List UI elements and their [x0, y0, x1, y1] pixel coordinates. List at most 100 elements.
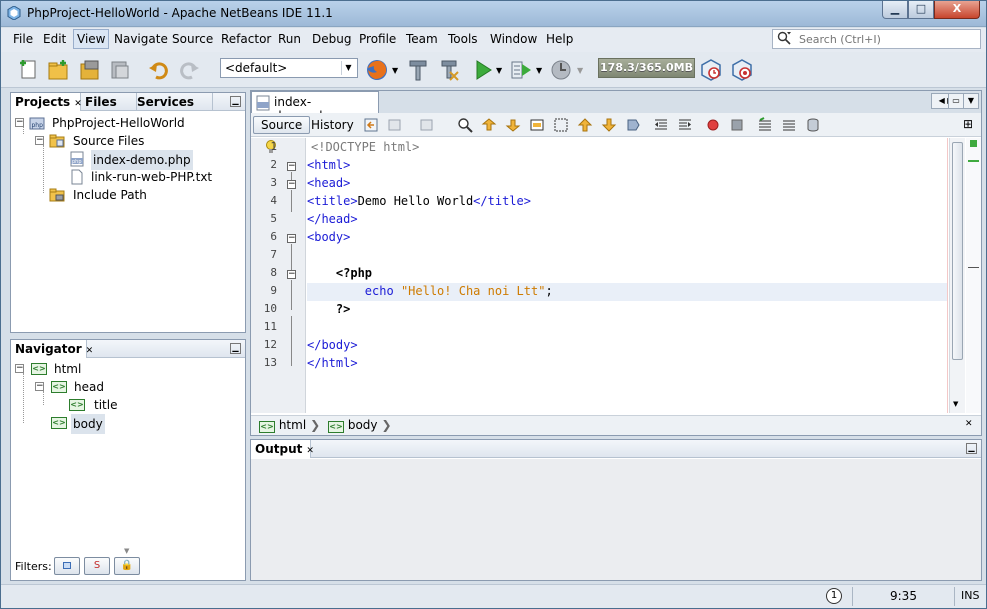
collapse-icon[interactable]: −	[35, 136, 44, 145]
new-file-icon[interactable]	[17, 58, 41, 82]
close-project-icon[interactable]	[108, 58, 132, 82]
minimize-panel-button[interactable]: ▁	[230, 96, 241, 107]
close-button[interactable]: X	[934, 1, 980, 19]
menu-debug[interactable]: Debug	[312, 32, 351, 46]
search-input[interactable]	[799, 32, 975, 46]
tab-files[interactable]: Files	[81, 93, 137, 111]
collapse-icon[interactable]: −	[35, 382, 44, 391]
insert-mode[interactable]: INS	[961, 589, 979, 602]
new-project-icon[interactable]	[46, 58, 70, 82]
collapse-icon[interactable]: −	[15, 118, 24, 127]
code-line[interactable]: <!DOCTYPE html>	[311, 138, 419, 156]
maximize-editor-button[interactable]: ▭	[948, 93, 964, 109]
menu-window[interactable]: Window	[490, 32, 537, 46]
filter-toggle-1[interactable]	[54, 557, 80, 575]
close-icon[interactable]: ✕	[86, 346, 94, 356]
menu-help[interactable]: Help	[546, 32, 573, 46]
menu-team[interactable]: Team	[406, 32, 438, 46]
last-edit-icon[interactable]	[363, 117, 379, 133]
memory-indicator[interactable]: 178.3/365.0MB	[598, 58, 695, 78]
configuration-select[interactable]: <default> ▼	[220, 58, 358, 78]
code-area[interactable]: <!DOCTYPE html> <html> <head> <title>Demo H…	[307, 138, 949, 413]
output-content[interactable]	[251, 459, 981, 580]
run-icon[interactable]	[471, 58, 495, 82]
chevron-down-icon[interactable]: ▼	[536, 66, 542, 75]
toggle-rect-selection-icon[interactable]	[553, 117, 569, 133]
fold-toggle-icon[interactable]: −	[287, 270, 296, 279]
code-line[interactable]: <title>Demo Hello World</title>	[307, 192, 531, 210]
menu-view[interactable]: View	[73, 29, 110, 49]
find-previous-icon[interactable]	[481, 117, 497, 133]
minimize-button[interactable]: ▁	[882, 1, 908, 19]
chevron-down-icon[interactable]: ▼	[577, 66, 583, 75]
code-line[interactable]: </html>	[307, 354, 358, 372]
fold-toggle-icon[interactable]: −	[287, 180, 296, 189]
maximize-button[interactable]: □	[908, 1, 934, 19]
code-line[interactable]: echo "Hello! Cha noi Ltt";	[307, 282, 553, 300]
debug-icon[interactable]	[509, 58, 533, 82]
profile-ide-icon[interactable]	[730, 58, 754, 82]
find-next-icon[interactable]	[505, 117, 521, 133]
tab-output[interactable]: Output ✕	[251, 440, 314, 458]
quick-search[interactable]	[772, 29, 981, 49]
back-icon[interactable]	[387, 117, 403, 133]
redo-icon[interactable]	[177, 58, 201, 82]
shift-left-icon[interactable]	[653, 117, 669, 133]
error-stripe[interactable]	[966, 138, 981, 413]
tab-services[interactable]: Services	[133, 93, 213, 111]
find-icon[interactable]	[457, 117, 473, 133]
show-opened-documents-button[interactable]: ▼	[963, 93, 979, 109]
menu-profile[interactable]: Profile	[359, 32, 396, 46]
chevron-down-icon[interactable]: ▼	[392, 66, 398, 75]
menu-tools[interactable]: Tools	[448, 32, 478, 46]
database-icon[interactable]	[805, 117, 821, 133]
vertical-scrollbar[interactable]: ▼	[949, 138, 965, 413]
close-icon[interactable]: ✕	[965, 419, 973, 429]
chevron-down-icon[interactable]: ▼	[496, 66, 502, 75]
minimize-panel-button[interactable]: ▁	[230, 343, 241, 354]
toggle-bookmark-icon[interactable]	[625, 117, 641, 133]
fold-toggle-icon[interactable]: −	[287, 162, 296, 171]
open-project-icon[interactable]	[78, 58, 102, 82]
menu-file[interactable]: File	[13, 32, 33, 46]
scroll-down-icon[interactable]: ▼	[953, 400, 958, 408]
clean-build-icon[interactable]	[438, 58, 462, 82]
shift-right-icon[interactable]	[677, 117, 693, 133]
close-icon[interactable]: ✕	[306, 446, 314, 456]
breadcrumb-html[interactable]: <> html ❯	[259, 418, 320, 433]
menu-edit[interactable]: Edit	[43, 32, 66, 46]
code-line[interactable]: <head>	[307, 174, 350, 192]
code-line[interactable]: </body>	[307, 336, 358, 354]
split-editor-icon[interactable]: ⊞	[963, 117, 973, 131]
editor-tab-index-demo[interactable]: index-demo.php✕	[251, 91, 379, 123]
breadcrumb-body[interactable]: <> body ❯	[328, 418, 392, 433]
menu-source[interactable]: Source	[172, 32, 213, 46]
build-hammer-icon[interactable]	[406, 58, 430, 82]
menu-run[interactable]: Run	[278, 32, 301, 46]
minimize-panel-button[interactable]: ▁	[966, 443, 977, 454]
stop-macro-recording-icon[interactable]	[729, 117, 745, 133]
code-line[interactable]: </head>	[307, 210, 358, 228]
code-line[interactable]: <?php	[307, 264, 372, 282]
source-view-button[interactable]: Source	[253, 116, 311, 134]
start-macro-recording-icon[interactable]	[705, 117, 721, 133]
filter-toggle-2[interactable]: S	[84, 557, 110, 575]
change-marker[interactable]	[968, 160, 979, 162]
uncomment-icon[interactable]	[781, 117, 797, 133]
code-line[interactable]: <body>	[307, 228, 350, 246]
next-bookmark-icon[interactable]	[601, 117, 617, 133]
fold-toggle-icon[interactable]: −	[287, 234, 296, 243]
code-line[interactable]: ?>	[307, 300, 350, 318]
prev-bookmark-icon[interactable]	[577, 117, 593, 133]
gc-icon[interactable]	[699, 58, 723, 82]
profile-icon[interactable]	[549, 58, 573, 82]
notifications-icon[interactable]: 1	[826, 588, 842, 604]
forward-icon[interactable]	[419, 117, 435, 133]
toggle-highlight-icon[interactable]	[529, 117, 545, 133]
history-view-button[interactable]: History	[303, 116, 362, 134]
filter-toggle-3[interactable]: 🔒	[114, 557, 140, 575]
undo-icon[interactable]	[147, 58, 171, 82]
tab-navigator[interactable]: Navigator ✕	[11, 340, 93, 358]
scrollbar-thumb[interactable]	[952, 142, 963, 360]
code-line[interactable]: <html>	[307, 156, 350, 174]
